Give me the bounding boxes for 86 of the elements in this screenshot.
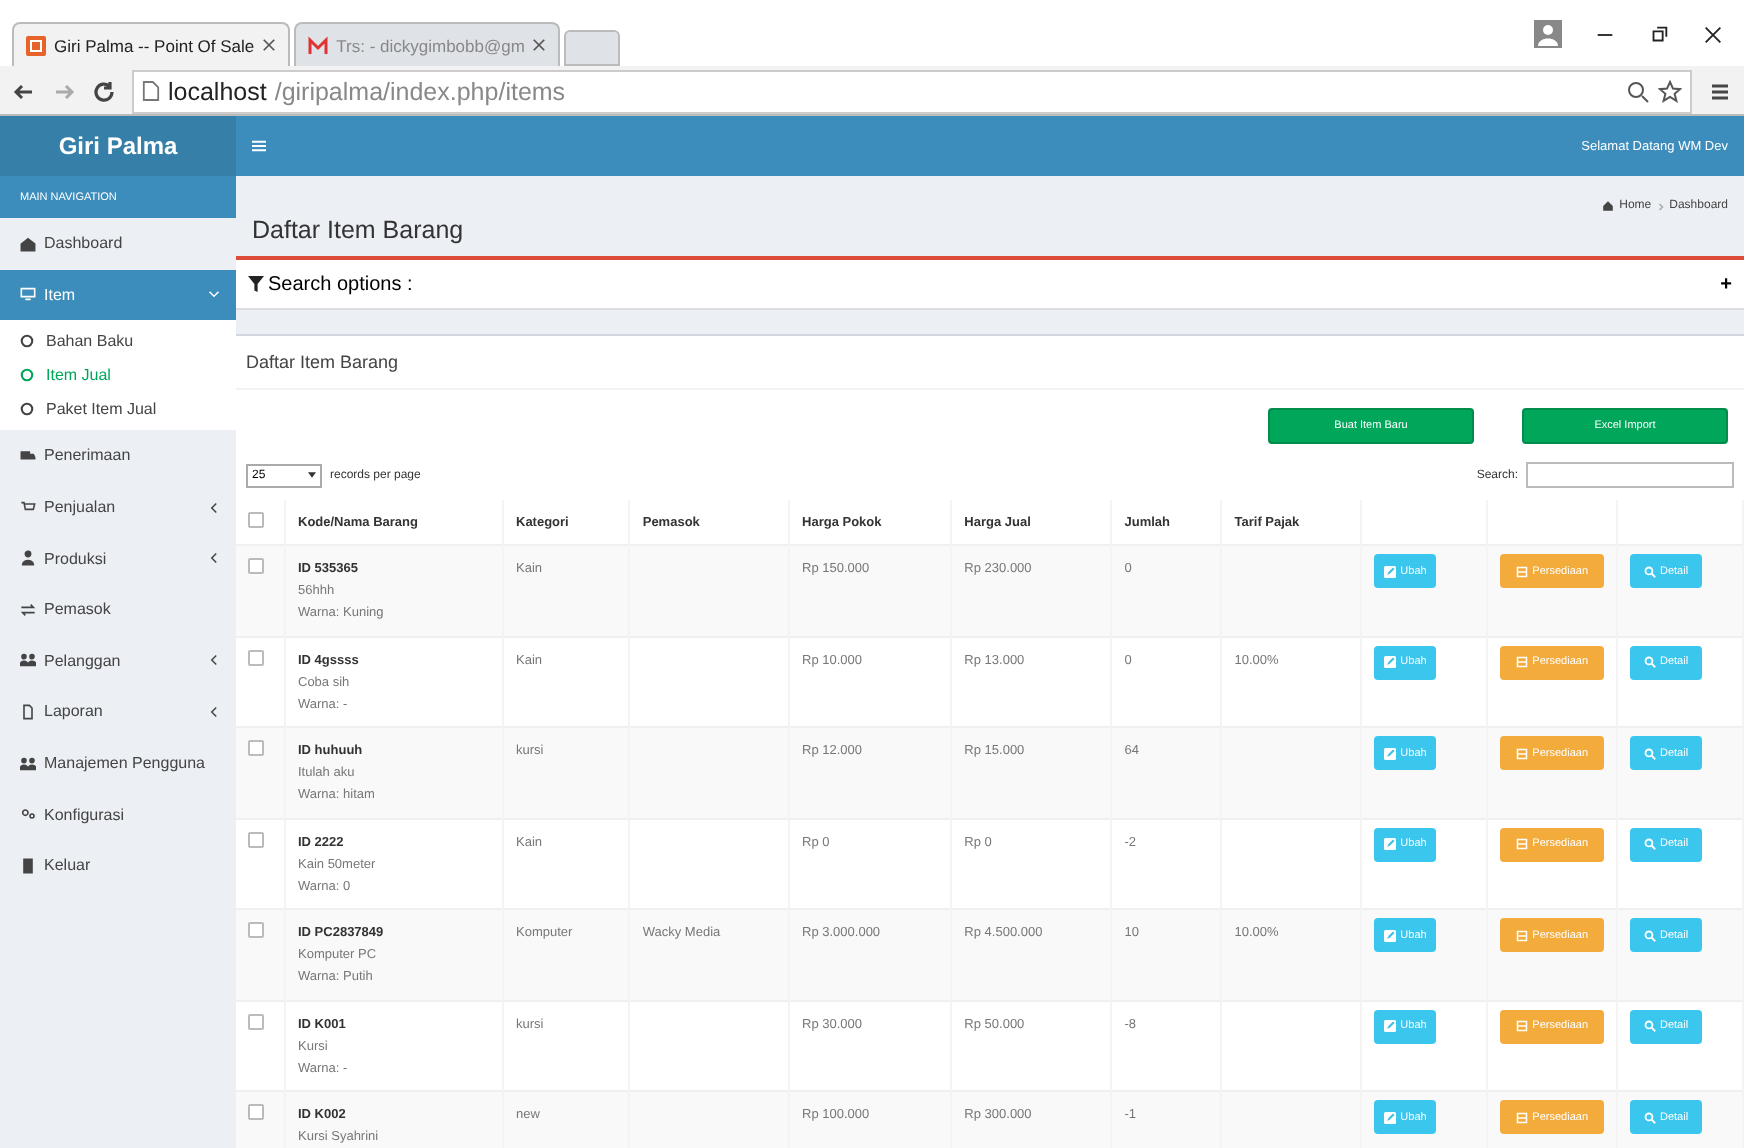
row-checkbox[interactable] [248,922,264,938]
nav-subitem[interactable]: Paket Item Jual [0,392,236,427]
new-tab-button[interactable] [564,30,621,66]
search-icon [1644,1111,1656,1123]
search-icon [1644,565,1656,577]
select-all-checkbox[interactable] [248,512,264,528]
forward-icon[interactable] [52,79,76,103]
home-icon [1601,200,1614,212]
star-icon[interactable] [1658,79,1682,103]
cart-icon [20,499,36,516]
restore-icon[interactable] [1648,23,1670,45]
arrows-icon [20,601,36,618]
archive-icon [1516,747,1529,759]
group-icon [20,652,36,669]
address-field[interactable]: localhost /giripalma/index.php/items [132,69,1692,113]
nav-item[interactable]: Konfigurasi [0,788,236,840]
nav-item[interactable]: Penjualan [0,481,236,533]
row-checkbox[interactable] [248,1104,264,1120]
user-icon[interactable] [1534,20,1562,48]
archive-icon [1516,656,1529,668]
edit-icon [1384,565,1397,577]
archive-icon [1516,1020,1529,1032]
row-checkbox[interactable] [248,1013,264,1029]
archive-icon [1516,838,1529,850]
book-icon [20,857,36,874]
row-checkbox[interactable] [248,831,264,847]
edit-icon [1384,747,1397,759]
app-logo-icon [26,35,46,55]
reload-icon[interactable] [92,79,116,103]
archive-icon [1516,929,1529,941]
search-options-bar[interactable]: Search options : + [236,260,1744,310]
nav-item[interactable]: Keluar [0,839,236,892]
nav-item[interactable]: Manajemen Pengguna [0,737,236,789]
nav-item[interactable]: Laporan [0,686,236,738]
browser-tab[interactable]: Trs: - dickygimbobb@gm [294,22,561,66]
filter-icon [248,276,264,292]
nav-item[interactable]: Penerimaan [0,430,236,482]
row-checkbox[interactable] [248,649,264,665]
search-icon [1644,929,1656,941]
back-icon[interactable] [12,79,36,103]
circle-icon [20,402,34,417]
row-checkbox[interactable] [248,740,264,756]
brand-title[interactable]: Giri Palma [0,116,236,176]
nav-subitem[interactable]: Item Jual [0,358,236,393]
search-icon [1644,838,1656,850]
zoom-icon[interactable] [1626,79,1650,103]
edit-icon [1384,1020,1397,1032]
browser-tab[interactable]: Giri Palma -- Point Of Sale [12,22,291,66]
monitor-icon [20,286,36,303]
mail-logo-icon [308,35,329,55]
search-icon [1644,1020,1656,1032]
search-icon [1644,747,1656,759]
search-field[interactable] [1526,462,1734,488]
edit-icon [1384,656,1397,668]
panel-title: Daftar Item Barang [236,336,1744,390]
nav-item[interactable]: Pemasok [0,583,236,636]
search-options-label: Search options : [268,273,413,295]
circle-icon [20,334,34,349]
nav-item[interactable]: Item [0,269,236,321]
dropdown-icon [308,472,316,478]
close-icon[interactable] [262,38,277,52]
close-icon[interactable] [1702,23,1724,45]
document-icon [20,703,36,720]
person-icon [20,550,36,567]
nav-subitem[interactable]: Bahan Baku [0,324,236,359]
menu-icon[interactable] [252,140,266,152]
edit-icon [1384,929,1397,941]
archive-icon [1516,1111,1529,1123]
page-title: Daftar Item Barang [252,216,466,244]
group-icon [20,755,36,772]
edit-icon [1384,1111,1397,1123]
nav-item[interactable]: Produksi [0,532,236,584]
chevron-icon [1657,201,1664,211]
home-icon [20,235,36,252]
expand-toggle[interactable]: + [1720,273,1732,295]
row-checkbox[interactable] [248,558,264,574]
circle-icon [20,368,34,383]
search-icon [1644,656,1656,668]
nav-item[interactable]: Dashboard [0,218,236,270]
edit-icon [1384,838,1397,850]
gears-icon [20,806,36,823]
archive-icon [1516,565,1529,577]
page-icon [142,80,160,102]
menu-icon[interactable] [1708,79,1732,103]
truck-icon [20,447,36,464]
nav-item[interactable]: Pelanggan [0,635,236,687]
